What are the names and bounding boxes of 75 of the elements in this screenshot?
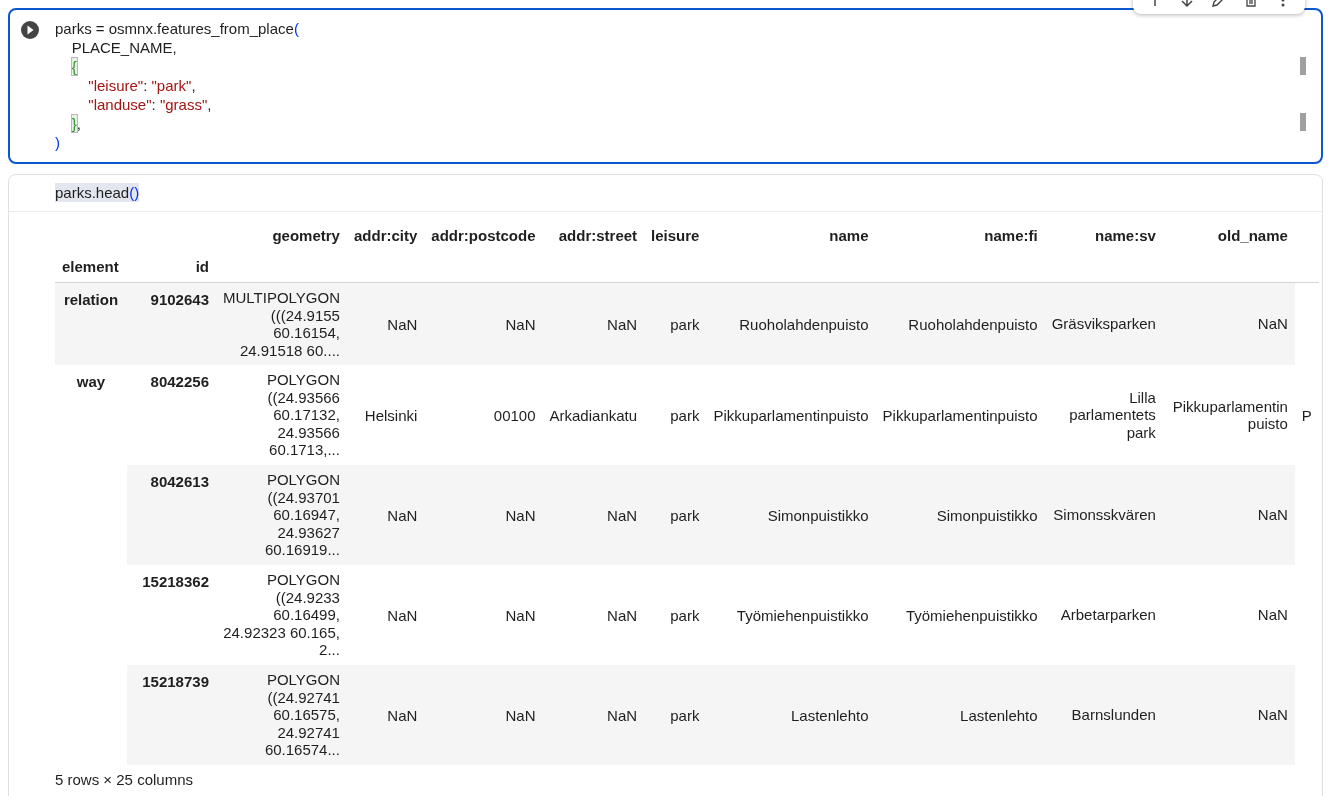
table-cell: P xyxy=(1294,365,1319,465)
table-cell: Työmiehenpuistikko xyxy=(706,565,876,665)
column-header: geometry xyxy=(271,226,341,246)
table-cell: POLYGON ((24.9233 60.16499, 24.92323 60.165, 2... xyxy=(216,565,347,665)
table-cell: Pikkuparlamentinpuisto xyxy=(706,365,876,465)
code-cell[interactable]: parks = osmnx.features_from_place( PLACE_NAME, { "leisure": "park", "landuse": "grass", }, ) xyxy=(8,8,1323,164)
run-icon[interactable] xyxy=(20,20,40,40)
table-cell: NaN xyxy=(1162,282,1295,365)
table-cell: Barnslunden xyxy=(1044,665,1163,765)
table-cell: NaN xyxy=(542,665,645,765)
table-cell: Helsinki xyxy=(346,365,425,465)
table-cell: NaN xyxy=(424,665,543,765)
index-name: id xyxy=(127,251,216,283)
column-header: addr:city xyxy=(352,226,419,246)
table-cell: park xyxy=(644,282,707,365)
row-index: 8042256 xyxy=(127,365,216,465)
scroll-marker xyxy=(1300,113,1306,131)
code-line: "leisure": "park", xyxy=(87,76,197,95)
table-cell: Gräsviksparken xyxy=(1044,282,1163,365)
index-name: element xyxy=(55,251,127,283)
table-cell: Pikkuparlamentinpuisto xyxy=(875,365,1045,465)
column-header: name:sv xyxy=(1093,226,1157,246)
table-cell: Simonpuistikko xyxy=(875,465,1045,565)
table-cell: NaN xyxy=(1162,465,1295,565)
row-index: 15218739 xyxy=(127,665,216,765)
table-cell: Simonpuistikko xyxy=(706,465,876,565)
table-cell: NaN xyxy=(346,565,425,665)
column-header: name xyxy=(828,226,870,246)
row-index: 9102643 xyxy=(127,282,216,365)
table-cell: NaN xyxy=(424,565,543,665)
table-cell: Työmiehenpuistikko xyxy=(875,565,1045,665)
code-line: parks = osmnx.features_from_place( xyxy=(55,19,300,38)
code-line: PLACE_NAME, xyxy=(70,38,178,57)
table-cell: Arbetarparken xyxy=(1044,565,1163,665)
table-cell: NaN xyxy=(542,282,645,365)
column-header: addr:street xyxy=(557,226,639,246)
column-header: addr:postcode xyxy=(430,226,537,246)
column-header: leisure xyxy=(650,226,701,246)
table-cell: POLYGON ((24.93701 60.16947, 24.93627 60.16919... xyxy=(216,465,347,565)
table-cell: Arkadiankatu xyxy=(542,365,645,465)
table-cell: park xyxy=(644,365,707,465)
row-index: relation xyxy=(55,282,127,365)
table-cell: Lilla parlamentets park xyxy=(1044,365,1163,465)
table-cell: Lastenlehto xyxy=(706,665,876,765)
table-cell: POLYGON ((24.93566 60.17132, 24.93566 60.1713,... xyxy=(216,365,347,465)
table-cell: 00100 xyxy=(424,365,543,465)
table-cell: Ruoholahdenpuisto xyxy=(706,282,876,365)
table-cell: NaN xyxy=(346,465,425,565)
table-cell: Simonsskvären xyxy=(1044,465,1163,565)
table-cell: park xyxy=(644,665,707,765)
table-cell: NaN xyxy=(346,282,425,365)
table-cell: NaN xyxy=(1162,565,1295,665)
column-header: old_name xyxy=(1216,226,1289,246)
code-line: ) xyxy=(55,133,61,152)
table-cell: NaN xyxy=(1162,665,1295,765)
row-index: 15218362 xyxy=(127,565,216,665)
table-caption: 5 rows × 25 columns xyxy=(55,770,194,788)
row-index: 8042613 xyxy=(127,465,216,565)
table-cell: Pikkuparlamentin puisto xyxy=(1162,365,1295,465)
table-cell: park xyxy=(644,465,707,565)
table-cell: NaN xyxy=(424,282,543,365)
column-header: name:fi xyxy=(983,226,1039,246)
code-line: "landuse": "grass", xyxy=(87,95,213,114)
table-cell: NaN xyxy=(346,665,425,765)
table-cell: NaN xyxy=(424,465,543,565)
table-cell: park xyxy=(644,565,707,665)
table-cell: NaN xyxy=(542,565,645,665)
scroll-marker xyxy=(1300,57,1306,75)
table-cell: NaN xyxy=(542,465,645,565)
table-cell: Ruoholahdenpuisto xyxy=(875,282,1045,365)
table-cell: MULTIPOLYGON (((24.9155 60.16154, 24.91518 60.... xyxy=(216,282,347,365)
code-line: }, xyxy=(70,114,82,133)
table-cell: Lastenlehto xyxy=(875,665,1045,765)
table-cell: POLYGON ((24.92741 60.16575, 24.92741 60.16574... xyxy=(216,665,347,765)
row-index: way xyxy=(55,365,127,765)
